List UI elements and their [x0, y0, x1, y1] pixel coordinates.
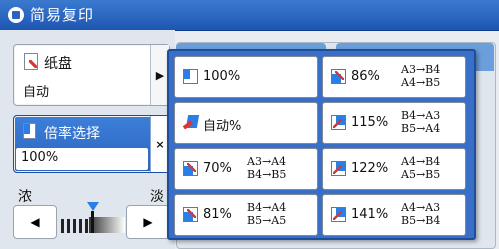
ratio-pct: 141%	[351, 207, 389, 222]
window-title: 简易复印	[30, 6, 95, 24]
ratio-select-button[interactable]: 倍率选择 100% ×	[13, 115, 170, 173]
enlarge-icon	[331, 207, 346, 222]
ratio-pct: 115%	[351, 115, 389, 130]
ratio-option-141[interactable]: 141% A4→A3 B5→B4	[322, 194, 466, 236]
ratio-pct: 70%	[203, 161, 232, 176]
density-light-label: 淡	[150, 189, 164, 205]
ratio-pct: 自动%	[203, 119, 242, 134]
ratio-option-100[interactable]: 100%	[174, 56, 318, 98]
ratio-from-to: B4→A4 B5→A5	[247, 201, 287, 227]
ratio-from-to: A4→A3 B5→B4	[401, 201, 441, 227]
density-increase-button[interactable]: ▶	[126, 205, 170, 239]
app-icon	[8, 7, 24, 23]
ratio-option-115[interactable]: 115% B4→A3 B5→A4	[322, 102, 466, 144]
ratio-option-70[interactable]: 70% A3→A4 B4→B5	[174, 148, 318, 190]
ratio-select-value: 100%	[21, 150, 59, 165]
ratio-option-81[interactable]: 81% B4→A4 B5→A5	[174, 194, 318, 236]
title-bar: 简易复印	[0, 0, 499, 31]
ratio-doc-icon	[23, 123, 36, 139]
ratio-pct: 81%	[203, 207, 232, 222]
ratio-pct: 86%	[351, 69, 380, 84]
ratio-select-label: 倍率选择	[44, 126, 100, 142]
ratio-option-122[interactable]: 122% A4→B4 A5→B5	[322, 148, 466, 190]
ratio-pct: 100%	[203, 69, 241, 84]
ratio-popup: 100% 86% A3→B4 A4→B5 自动% 115% B4→A3 B5→A4 …	[167, 49, 476, 240]
reduce-icon	[183, 207, 198, 222]
ratio-from-to: A4→B4 A5→B5	[401, 155, 441, 181]
ratio-from-to: A3→B4 A4→B5	[401, 63, 441, 89]
ratio-from-to: A3→A4 B4→B5	[247, 155, 287, 181]
density-decrease-button[interactable]: ◀	[13, 205, 57, 239]
ratio-option-auto[interactable]: 自动%	[174, 102, 318, 144]
reduce-icon	[331, 69, 346, 84]
enlarge-icon	[331, 161, 346, 176]
density-slider[interactable]	[61, 202, 125, 233]
arrow-right-icon: ▶	[143, 215, 153, 229]
paper-tray-value: 自动	[23, 85, 50, 100]
ratio-from-to: B4→A3 B5→A4	[401, 109, 441, 135]
reduce-icon	[183, 161, 198, 176]
ratio-option-86[interactable]: 86% A3→B4 A4→B5	[322, 56, 466, 98]
paper-tray-label: 纸盘	[44, 56, 72, 72]
density-dark-label: 浓	[18, 189, 32, 205]
arrow-left-icon: ◀	[30, 215, 40, 229]
paper-tray-button[interactable]: 纸盘 自动 ▶	[13, 44, 170, 106]
density-marker[interactable]	[87, 202, 99, 211]
enlarge-icon	[331, 115, 346, 130]
ratio-pct: 122%	[351, 161, 389, 176]
paper-tray-icon	[24, 53, 38, 70]
same-size-icon	[183, 69, 198, 84]
auto-ratio-icon	[183, 115, 198, 130]
